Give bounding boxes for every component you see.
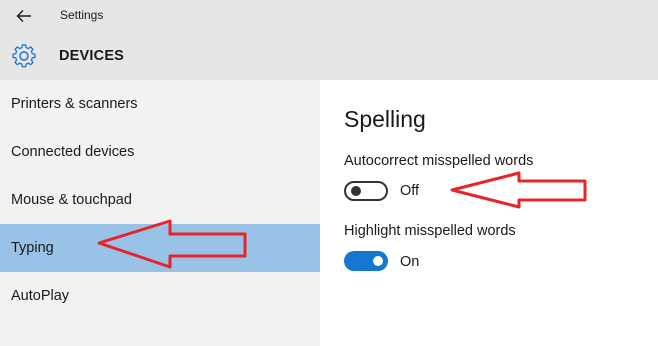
page-title: DEVICES xyxy=(59,48,125,64)
autocorrect-state: Off xyxy=(400,183,420,199)
sidebar-item-printers-scanners[interactable]: Printers & scanners xyxy=(0,80,320,128)
sidebar-item-typing[interactable]: Typing xyxy=(0,224,320,272)
autocorrect-label: Autocorrect misspelled words xyxy=(344,153,534,169)
toggle-knob xyxy=(351,186,361,196)
sidebar-item-label: Mouse & touchpad xyxy=(11,192,132,208)
sidebar-item-autoplay[interactable]: AutoPlay xyxy=(0,272,320,320)
gear-icon xyxy=(12,44,36,68)
section-heading: Spelling xyxy=(344,106,426,132)
toggle-knob xyxy=(373,256,383,266)
highlight-toggle[interactable] xyxy=(344,251,388,271)
back-arrow-icon xyxy=(16,10,31,22)
sidebar-item-label: Connected devices xyxy=(11,144,135,160)
highlight-label: Highlight misspelled words xyxy=(344,223,516,239)
sidebar: Printers & scanners Connected devices Mo… xyxy=(0,80,320,346)
back-button[interactable] xyxy=(10,4,38,28)
sidebar-item-label: Printers & scanners xyxy=(11,96,138,112)
content-pane: Spelling Autocorrect misspelled words Of… xyxy=(320,80,658,346)
app-title: Settings xyxy=(60,8,104,22)
sidebar-item-label: Typing xyxy=(11,240,54,256)
highlight-state: On xyxy=(400,254,420,270)
sidebar-item-mouse-touchpad[interactable]: Mouse & touchpad xyxy=(0,176,320,224)
sidebar-item-label: AutoPlay xyxy=(11,288,70,304)
settings-window: Settings DEVICES Printers & scanners Con… xyxy=(0,0,658,346)
autocorrect-toggle[interactable] xyxy=(344,181,388,201)
sidebar-item-connected-devices[interactable]: Connected devices xyxy=(0,128,320,176)
header: Settings DEVICES xyxy=(0,0,658,80)
